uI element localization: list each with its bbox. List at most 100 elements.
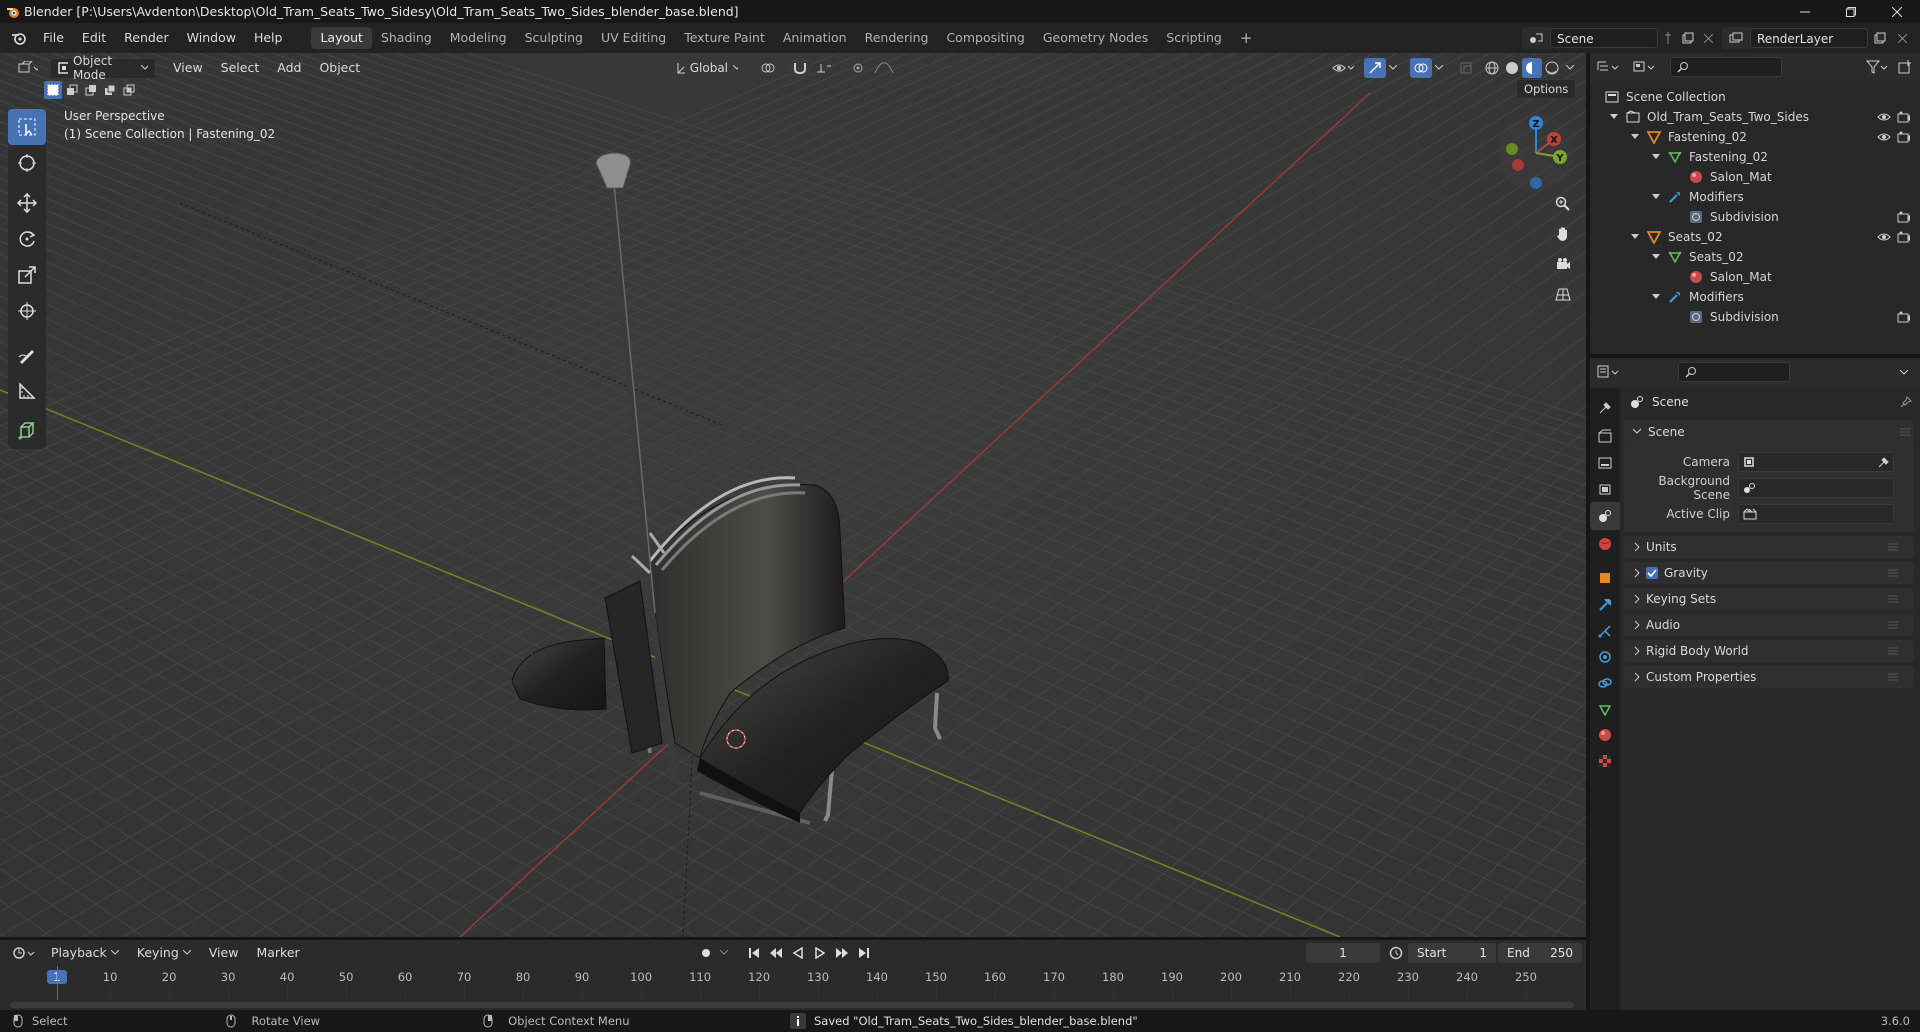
add-workspace-button[interactable]: + — [1231, 27, 1262, 49]
gizmos-dropdown-icon[interactable] — [1386, 59, 1400, 77]
select-box-tool[interactable] — [8, 109, 46, 145]
rendered-shading-icon[interactable] — [1542, 59, 1562, 77]
outliner-row[interactable]: Subdivision — [1590, 207, 1920, 227]
timeline-ruler[interactable]: 1102030405060708090100110120130140150160… — [0, 966, 1586, 1000]
pivot-point-icon[interactable] — [756, 59, 784, 77]
outliner-row[interactable]: Seats_02 — [1590, 227, 1920, 247]
xray-icon[interactable] — [1456, 59, 1476, 77]
rotate-tool[interactable] — [8, 221, 46, 257]
menu-file[interactable]: File — [34, 27, 73, 49]
menu-render[interactable]: Render — [115, 27, 178, 49]
tab-geometry-nodes[interactable]: Geometry Nodes — [1034, 27, 1157, 49]
material-preview-shading-icon[interactable] — [1522, 58, 1542, 78]
transform-tool[interactable] — [8, 293, 46, 329]
panel-units[interactable]: Units — [1624, 536, 1914, 558]
scene-tab-icon[interactable] — [1590, 502, 1620, 530]
panel-keying-sets[interactable]: Keying Sets — [1624, 588, 1914, 610]
maximize-icon[interactable] — [1828, 0, 1874, 23]
object-tab-icon[interactable] — [1590, 564, 1620, 592]
menu-window[interactable]: Window — [178, 27, 245, 49]
visibility-eye-icon[interactable] — [1876, 112, 1892, 122]
3d-viewport[interactable]: Object Mode View Select Add Object Globa… — [0, 53, 1586, 937]
solid-shading-icon[interactable] — [1502, 59, 1522, 77]
timeline-menu-marker[interactable]: Marker — [247, 942, 308, 964]
outliner-row[interactable]: Salon_Mat — [1590, 267, 1920, 287]
move-tool[interactable] — [8, 185, 46, 221]
filter-icon[interactable] — [1862, 57, 1892, 77]
render-camera-icon[interactable] — [1896, 231, 1912, 243]
jump-to-keyframe-back-icon[interactable] — [766, 943, 786, 963]
select-difference-icon[interactable] — [101, 81, 119, 99]
tab-shading[interactable]: Shading — [372, 27, 441, 49]
snap-target-icon[interactable] — [812, 59, 838, 77]
select-new-icon[interactable] — [44, 81, 62, 99]
render-tab-icon[interactable] — [1590, 422, 1620, 450]
overlays-dropdown-icon[interactable] — [1432, 59, 1446, 77]
view-layer-icon[interactable] — [1722, 27, 1750, 49]
timeline-menu-playback[interactable]: Playback — [42, 942, 128, 964]
new-view-layer-icon[interactable] — [1868, 32, 1892, 44]
properties-search-input[interactable] — [1678, 362, 1790, 382]
expand-arrow-icon[interactable] — [1649, 153, 1663, 161]
outliner-row[interactable]: Modifiers — [1590, 187, 1920, 207]
visibility-eye-icon[interactable] — [1876, 132, 1892, 142]
gravity-checkbox[interactable] — [1646, 567, 1658, 579]
clock-icon[interactable] — [1386, 943, 1406, 963]
texture-tab-icon[interactable] — [1590, 748, 1620, 774]
expand-arrow-icon[interactable] — [1649, 193, 1663, 201]
jump-to-start-icon[interactable] — [744, 943, 764, 963]
cursor-tool[interactable] — [8, 145, 46, 181]
snap-icon[interactable] — [790, 58, 810, 78]
measure-tool[interactable] — [8, 373, 46, 409]
proportional-editing-icon[interactable] — [848, 59, 868, 77]
select-extend-icon[interactable] — [63, 81, 81, 99]
view-layer-name-field[interactable]: RenderLayer — [1750, 28, 1868, 48]
jump-to-end-icon[interactable] — [854, 943, 874, 963]
transform-orientation-dropdown[interactable]: Global — [668, 57, 746, 78]
delete-view-layer-icon[interactable] — [1892, 33, 1912, 43]
render-camera-icon[interactable] — [1896, 211, 1912, 223]
tab-layout[interactable]: Layout — [311, 27, 372, 49]
start-frame-field[interactable]: Start 1 — [1408, 943, 1496, 963]
overlays-icon[interactable] — [1410, 58, 1432, 78]
visibility-selectability-icon[interactable] — [1328, 59, 1358, 77]
viewport-menu-select[interactable]: Select — [212, 57, 269, 79]
visibility-eye-icon[interactable] — [1876, 232, 1892, 242]
particles-tab-icon[interactable] — [1590, 618, 1620, 644]
current-frame-field[interactable]: 1 — [1306, 943, 1380, 963]
viewport-menu-view[interactable]: View — [164, 57, 212, 79]
tool-settings-tab-icon[interactable] — [1590, 394, 1620, 422]
timeline-menu-keying[interactable]: Keying — [128, 942, 200, 964]
scene-name-field[interactable]: Scene — [1550, 28, 1658, 48]
view-layer-tab-icon[interactable] — [1590, 476, 1620, 502]
properties-editor-type-icon[interactable] — [1590, 361, 1626, 383]
delete-scene-icon[interactable] — [1698, 33, 1718, 43]
pin-icon[interactable] — [1658, 32, 1678, 44]
expand-arrow-icon[interactable] — [1628, 233, 1642, 241]
jump-to-keyframe-forward-icon[interactable] — [832, 943, 852, 963]
perspective-toggle-icon[interactable] — [1548, 279, 1578, 309]
render-camera-icon[interactable] — [1896, 111, 1912, 123]
expand-arrow-icon[interactable] — [1628, 133, 1642, 141]
tab-uv-editing[interactable]: UV Editing — [592, 27, 675, 49]
outliner-row[interactable]: Fastening_02 — [1590, 147, 1920, 167]
constraints-tab-icon[interactable] — [1590, 670, 1620, 696]
tab-sculpting[interactable]: Sculpting — [516, 27, 592, 49]
data-tab-icon[interactable] — [1590, 696, 1620, 722]
outliner-row[interactable]: Salon_Mat — [1590, 167, 1920, 187]
expand-arrow-icon[interactable] — [1649, 253, 1663, 261]
modifiers-tab-icon[interactable] — [1590, 592, 1620, 618]
navigation-gizmo[interactable]: Z X Y — [1496, 113, 1576, 193]
options-button[interactable]: Options — [1516, 79, 1577, 99]
wireframe-shading-icon[interactable] — [1482, 59, 1502, 77]
background-scene-field[interactable] — [1738, 478, 1894, 498]
play-icon[interactable] — [810, 943, 830, 963]
physics-tab-icon[interactable] — [1590, 644, 1620, 670]
new-scene-icon[interactable] — [1678, 32, 1698, 44]
render-camera-icon[interactable] — [1896, 131, 1912, 143]
outliner-row[interactable]: Seats_02 — [1590, 247, 1920, 267]
play-reverse-icon[interactable] — [788, 943, 808, 963]
render-camera-icon[interactable] — [1896, 311, 1912, 323]
add-cube-tool[interactable] — [8, 413, 46, 449]
blender-menu-icon[interactable] — [4, 31, 34, 45]
